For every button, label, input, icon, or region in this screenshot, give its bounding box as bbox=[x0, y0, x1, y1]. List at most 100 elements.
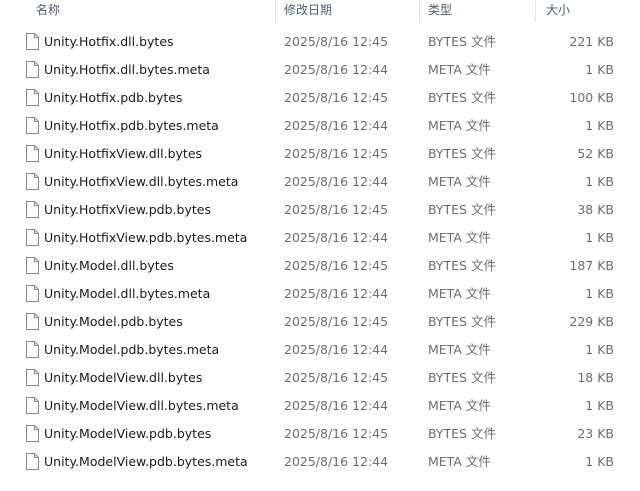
column-header-size-label: 大小 bbox=[546, 3, 571, 17]
column-header-date[interactable]: 修改日期 bbox=[276, 0, 420, 22]
file-name: Unity.ModelView.pdb.bytes.meta bbox=[44, 454, 248, 469]
file-modified-date: 2025/8/16 12:45 bbox=[284, 258, 389, 273]
file-icon bbox=[24, 392, 40, 420]
file-row[interactable]: Unity.Hotfix.dll.bytes 2025/8/16 12:45 B… bbox=[0, 28, 640, 56]
file-icon bbox=[24, 364, 40, 392]
file-type: BYTES 文件 bbox=[428, 34, 496, 49]
file-size: 1 KB bbox=[585, 398, 614, 413]
file-modified-date: 2025/8/16 12:45 bbox=[284, 146, 389, 161]
file-name: Unity.Model.pdb.bytes bbox=[44, 314, 183, 329]
file-row[interactable]: Unity.Model.pdb.bytes 2025/8/16 12:45 BY… bbox=[0, 308, 640, 336]
file-modified-date: 2025/8/16 12:45 bbox=[284, 90, 389, 105]
file-row[interactable]: Unity.HotfixView.pdb.bytes.meta 2025/8/1… bbox=[0, 224, 640, 252]
file-row[interactable]: Unity.Hotfix.pdb.bytes 2025/8/16 12:45 B… bbox=[0, 84, 640, 112]
column-header-bar: 名称 修改日期 类型 大小 bbox=[0, 0, 640, 22]
file-type: META 文件 bbox=[428, 118, 491, 133]
file-size: 187 KB bbox=[569, 258, 614, 273]
file-type: BYTES 文件 bbox=[428, 258, 496, 273]
file-type: BYTES 文件 bbox=[428, 202, 496, 217]
file-size: 1 KB bbox=[585, 454, 614, 469]
file-type: META 文件 bbox=[428, 62, 491, 77]
file-size: 52 KB bbox=[577, 146, 614, 161]
file-modified-date: 2025/8/16 12:44 bbox=[284, 286, 389, 301]
file-modified-date: 2025/8/16 12:45 bbox=[284, 314, 389, 329]
column-header-name[interactable]: 名称 bbox=[0, 0, 276, 22]
file-name: Unity.Hotfix.dll.bytes.meta bbox=[44, 62, 210, 77]
file-name: Unity.Hotfix.pdb.bytes.meta bbox=[44, 118, 219, 133]
file-row[interactable]: Unity.ModelView.pdb.bytes.meta 2025/8/16… bbox=[0, 448, 640, 476]
file-row[interactable]: Unity.HotfixView.dll.bytes.meta 2025/8/1… bbox=[0, 168, 640, 196]
file-name: Unity.HotfixView.dll.bytes.meta bbox=[44, 174, 239, 189]
column-header-name-label: 名称 bbox=[36, 3, 61, 17]
file-icon bbox=[24, 196, 40, 224]
file-icon bbox=[24, 420, 40, 448]
file-size: 1 KB bbox=[585, 62, 614, 77]
file-type: META 文件 bbox=[428, 454, 491, 469]
file-explorer-list: 名称 修改日期 类型 大小 Unity.Hotfix.dll.bytes 202… bbox=[0, 0, 640, 491]
file-modified-date: 2025/8/16 12:44 bbox=[284, 174, 389, 189]
file-size: 38 KB bbox=[577, 202, 614, 217]
file-icon bbox=[24, 448, 40, 476]
file-size: 1 KB bbox=[585, 118, 614, 133]
file-icon bbox=[24, 84, 40, 112]
file-type: BYTES 文件 bbox=[428, 426, 496, 441]
file-size: 100 KB bbox=[569, 90, 614, 105]
file-name: Unity.Hotfix.pdb.bytes bbox=[44, 90, 183, 105]
file-type: META 文件 bbox=[428, 342, 491, 357]
file-type: META 文件 bbox=[428, 230, 491, 245]
file-modified-date: 2025/8/16 12:44 bbox=[284, 230, 389, 245]
file-icon bbox=[24, 28, 40, 56]
file-row[interactable]: Unity.HotfixView.dll.bytes 2025/8/16 12:… bbox=[0, 140, 640, 168]
file-type: BYTES 文件 bbox=[428, 370, 496, 385]
file-modified-date: 2025/8/16 12:45 bbox=[284, 370, 389, 385]
column-header-type-label: 类型 bbox=[428, 3, 453, 17]
file-row[interactable]: Unity.Model.dll.bytes.meta 2025/8/16 12:… bbox=[0, 280, 640, 308]
file-icon bbox=[24, 56, 40, 84]
file-size: 221 KB bbox=[569, 34, 614, 49]
file-row[interactable]: Unity.Hotfix.dll.bytes.meta 2025/8/16 12… bbox=[0, 56, 640, 84]
file-name: Unity.HotfixView.pdb.bytes.meta bbox=[44, 230, 248, 245]
file-name: Unity.ModelView.dll.bytes.meta bbox=[44, 398, 239, 413]
column-header-type[interactable]: 类型 bbox=[420, 0, 536, 22]
file-name: Unity.ModelView.dll.bytes bbox=[44, 370, 203, 385]
file-size: 1 KB bbox=[585, 230, 614, 245]
column-header-size[interactable]: 大小 bbox=[536, 0, 640, 22]
file-size: 1 KB bbox=[585, 342, 614, 357]
file-name: Unity.Hotfix.dll.bytes bbox=[44, 34, 174, 49]
file-name: Unity.HotfixView.pdb.bytes bbox=[44, 202, 211, 217]
file-modified-date: 2025/8/16 12:44 bbox=[284, 398, 389, 413]
file-name: Unity.Model.pdb.bytes.meta bbox=[44, 342, 220, 357]
file-type: BYTES 文件 bbox=[428, 146, 496, 161]
file-name: Unity.ModelView.pdb.bytes bbox=[44, 426, 212, 441]
file-size: 1 KB bbox=[585, 286, 614, 301]
file-icon bbox=[24, 336, 40, 364]
file-row[interactable]: Unity.HotfixView.pdb.bytes 2025/8/16 12:… bbox=[0, 196, 640, 224]
file-size: 23 KB bbox=[577, 426, 614, 441]
file-modified-date: 2025/8/16 12:45 bbox=[284, 34, 389, 49]
file-row[interactable]: Unity.Hotfix.pdb.bytes.meta 2025/8/16 12… bbox=[0, 112, 640, 140]
file-size: 18 KB bbox=[577, 370, 614, 385]
file-modified-date: 2025/8/16 12:44 bbox=[284, 454, 389, 469]
file-modified-date: 2025/8/16 12:44 bbox=[284, 118, 389, 133]
file-row[interactable]: Unity.Model.pdb.bytes.meta 2025/8/16 12:… bbox=[0, 336, 640, 364]
file-modified-date: 2025/8/16 12:45 bbox=[284, 202, 389, 217]
file-icon bbox=[24, 168, 40, 196]
file-icon bbox=[24, 224, 40, 252]
column-header-date-label: 修改日期 bbox=[284, 3, 333, 17]
file-name: Unity.HotfixView.dll.bytes bbox=[44, 146, 203, 161]
file-row[interactable]: Unity.ModelView.dll.bytes.meta 2025/8/16… bbox=[0, 392, 640, 420]
file-row[interactable]: Unity.Model.dll.bytes 2025/8/16 12:45 BY… bbox=[0, 252, 640, 280]
file-icon bbox=[24, 280, 40, 308]
file-type: META 文件 bbox=[428, 174, 491, 189]
file-icon bbox=[24, 140, 40, 168]
file-type: BYTES 文件 bbox=[428, 314, 496, 329]
file-name: Unity.Model.dll.bytes bbox=[44, 258, 174, 273]
file-type: META 文件 bbox=[428, 286, 491, 301]
file-size: 1 KB bbox=[585, 174, 614, 189]
file-row[interactable]: Unity.ModelView.dll.bytes 2025/8/16 12:4… bbox=[0, 364, 640, 392]
file-name: Unity.Model.dll.bytes.meta bbox=[44, 286, 211, 301]
file-type: META 文件 bbox=[428, 398, 491, 413]
file-list: Unity.Hotfix.dll.bytes 2025/8/16 12:45 B… bbox=[0, 28, 640, 476]
file-modified-date: 2025/8/16 12:44 bbox=[284, 342, 389, 357]
file-row[interactable]: Unity.ModelView.pdb.bytes 2025/8/16 12:4… bbox=[0, 420, 640, 448]
